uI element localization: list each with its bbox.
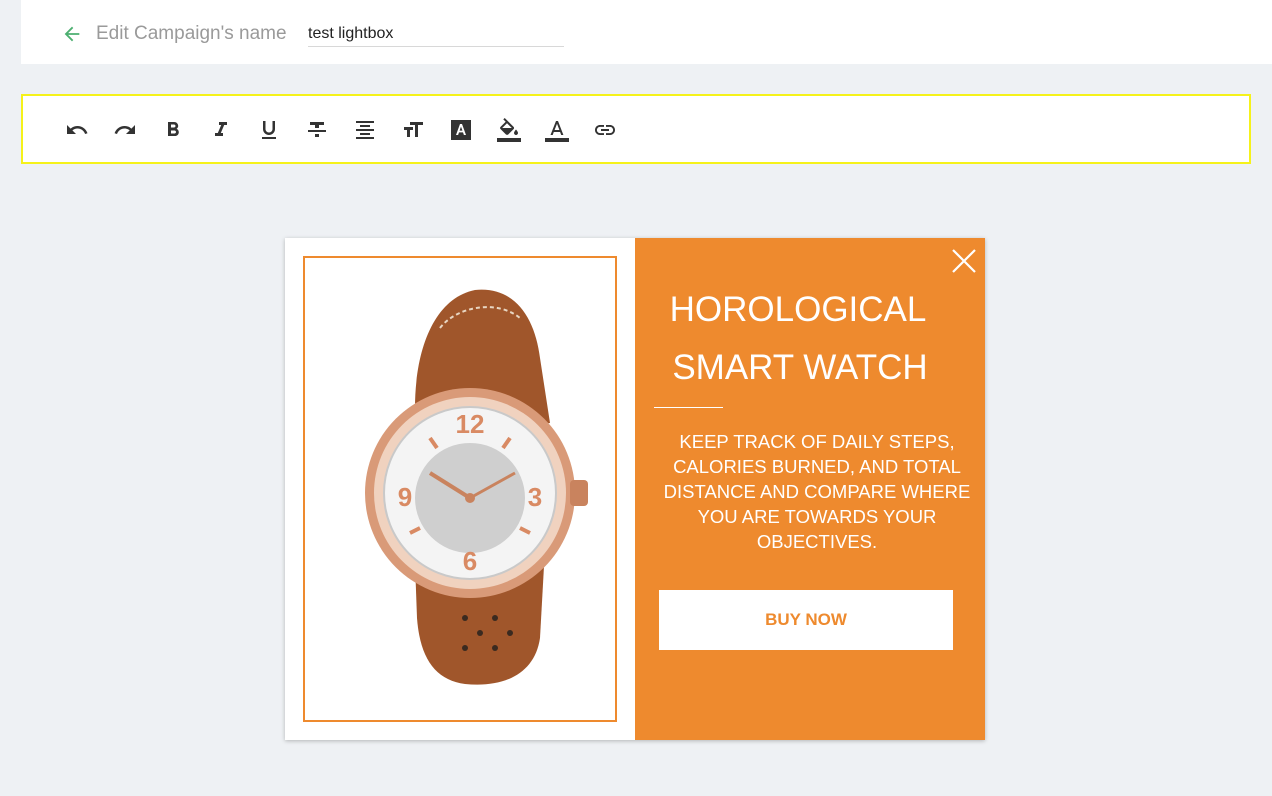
text-format-toolbar xyxy=(21,94,1251,164)
svg-text:6: 6 xyxy=(463,546,477,576)
undo-icon xyxy=(67,125,88,134)
font-color-icon xyxy=(545,121,569,142)
redo-button[interactable] xyxy=(111,116,139,144)
italic-icon xyxy=(215,122,227,136)
align-center-button[interactable] xyxy=(351,116,379,144)
promo-panel: HOROLOGICAL SMART WATCH KEEP TRACK OF DA… xyxy=(635,238,985,740)
svg-text:9: 9 xyxy=(398,482,412,512)
edit-campaign-name-label: Edit Campaign's name xyxy=(96,23,287,44)
headline-line-1: HOROLOGICAL xyxy=(669,290,927,329)
text-size-icon xyxy=(404,122,423,137)
headline-divider xyxy=(654,407,723,408)
close-icon[interactable] xyxy=(949,246,979,276)
strikethrough-icon xyxy=(308,122,326,137)
headline-line-2: SMART WATCH xyxy=(672,348,928,387)
underline-icon xyxy=(262,121,276,139)
fill-color-button[interactable] xyxy=(495,116,523,144)
buy-now-button[interactable]: BUY NOW xyxy=(659,590,953,650)
bold-icon xyxy=(168,122,179,136)
campaign-name-input[interactable] xyxy=(308,22,564,47)
italic-button[interactable] xyxy=(207,116,235,144)
strikethrough-button[interactable] xyxy=(303,116,331,144)
arrow-left-icon[interactable] xyxy=(61,23,83,45)
undo-button[interactable] xyxy=(63,116,91,144)
text-background-icon xyxy=(451,120,471,140)
promo-body-text: KEEP TRACK OF DAILY STEPS, CALORIES BURN… xyxy=(663,431,971,552)
bold-button[interactable] xyxy=(159,116,187,144)
redo-icon xyxy=(114,125,135,134)
campaign-header: Edit Campaign's name xyxy=(21,0,1272,64)
underline-button[interactable] xyxy=(255,116,283,144)
link-button[interactable] xyxy=(591,116,619,144)
link-icon xyxy=(595,125,615,135)
product-image-frame: 12 3 6 9 xyxy=(303,256,617,722)
text-background-button[interactable] xyxy=(447,116,475,144)
svg-text:12: 12 xyxy=(456,409,485,439)
align-center-icon xyxy=(356,121,374,139)
text-size-button[interactable] xyxy=(399,116,427,144)
lightbox-popup: 12 3 6 9 HOROLOGICAL SMART WATCH KEEP TR… xyxy=(285,238,985,740)
watch-product-image: 12 3 6 9 xyxy=(365,289,588,685)
svg-text:3: 3 xyxy=(528,482,542,512)
fill-color-icon xyxy=(497,118,521,142)
font-color-button[interactable] xyxy=(543,116,571,144)
